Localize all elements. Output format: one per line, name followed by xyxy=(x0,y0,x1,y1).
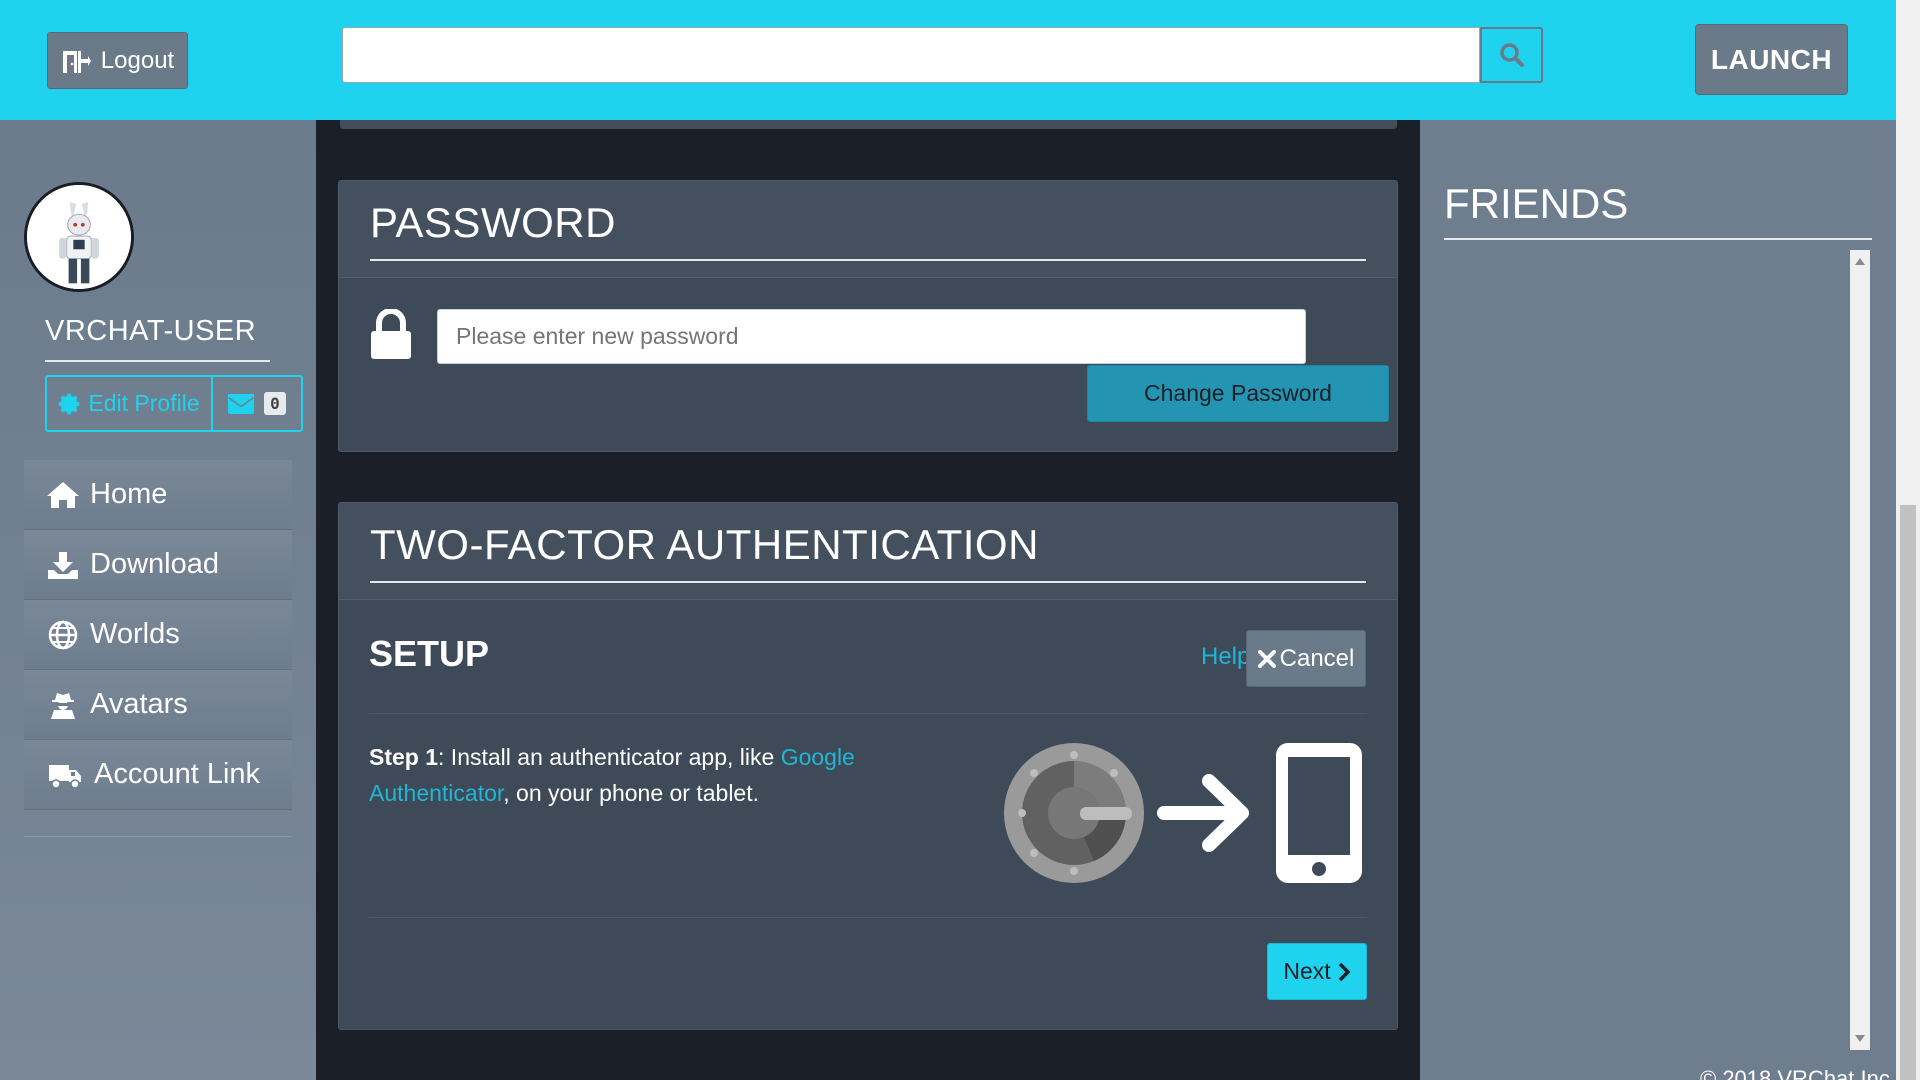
sidebar-item-worlds[interactable]: Worlds xyxy=(24,600,292,670)
previous-panel-edge xyxy=(340,120,1397,129)
edit-profile-label: Edit Profile xyxy=(88,390,200,416)
arrow-right-icon xyxy=(1157,774,1249,852)
change-password-button[interactable]: Change Password xyxy=(1087,365,1389,422)
help-link[interactable]: Help xyxy=(1201,643,1250,671)
search-button[interactable] xyxy=(1480,27,1543,83)
sidebar-item-home[interactable]: Home xyxy=(24,460,292,530)
scrollbar-thumb[interactable] xyxy=(1900,505,1916,1080)
step-instructions: Step 1: Install an authenticator app, li… xyxy=(369,739,949,811)
password-title: PASSWORD xyxy=(370,181,1366,261)
two-factor-title: TWO-FACTOR AUTHENTICATION xyxy=(370,503,1366,583)
search-input[interactable] xyxy=(342,27,1480,83)
cancel-button[interactable]: Cancel xyxy=(1246,630,1366,687)
close-icon xyxy=(1257,649,1276,668)
user-secret-icon xyxy=(51,692,75,719)
home-icon xyxy=(47,481,79,508)
main-content: PASSWORD Change Password TWO-FACTOR AUTH… xyxy=(316,120,1420,1080)
envelope-icon xyxy=(228,393,255,414)
step-text-before: : Install an authenticator app, like xyxy=(438,744,781,770)
globe-icon xyxy=(48,620,78,649)
search-icon xyxy=(1499,43,1524,67)
next-button[interactable]: Next xyxy=(1267,943,1367,1000)
edit-profile-button[interactable]: Edit Profile xyxy=(47,377,213,430)
copyright-text: © 2018 VRChat Inc. xyxy=(1700,1066,1896,1080)
download-icon xyxy=(48,551,78,579)
door-exit-icon xyxy=(62,50,91,73)
logout-button[interactable]: Logout xyxy=(47,32,188,89)
sidebar-divider xyxy=(24,836,292,837)
friends-title: FRIENDS xyxy=(1444,180,1872,240)
launch-button[interactable]: LAUNCH xyxy=(1695,24,1848,95)
password-panel: PASSWORD Change Password xyxy=(338,180,1398,452)
messages-button[interactable]: 0 xyxy=(213,377,301,430)
sidebar-item-label: Account Link xyxy=(94,758,261,790)
setup-heading: SETUP xyxy=(369,633,490,674)
sidebar-item-label: Download xyxy=(90,548,219,580)
robot-avatar-icon xyxy=(27,185,131,289)
left-sidebar: VRCHAT-USER Edit Profile 0 Home Download… xyxy=(0,120,316,1080)
step-text-after: , on your phone or tablet. xyxy=(503,780,759,806)
chevron-right-icon xyxy=(1338,962,1351,981)
truck-icon xyxy=(49,764,81,789)
password-panel-header: PASSWORD xyxy=(339,181,1397,278)
mobile-phone-icon xyxy=(1276,743,1362,883)
logout-label: Logout xyxy=(100,46,175,74)
profile-button-group: Edit Profile 0 xyxy=(45,375,303,432)
authenticator-setup-illustration xyxy=(1004,743,1362,883)
friends-scrollbar[interactable] xyxy=(1850,250,1870,1050)
sidebar-nav: Home Download Worlds Avatars Account Lin… xyxy=(24,460,292,810)
scroll-up-arrow[interactable] xyxy=(1855,258,1865,265)
next-label: Next xyxy=(1283,958,1331,984)
new-password-input[interactable] xyxy=(437,309,1306,364)
sidebar-item-label: Worlds xyxy=(90,618,180,650)
divider xyxy=(369,713,1367,714)
cancel-label: Cancel xyxy=(1279,644,1355,672)
top-navbar: Logout LAUNCH xyxy=(0,0,1896,120)
step-label: Step 1 xyxy=(369,744,439,770)
google-authenticator-icon xyxy=(1004,743,1144,883)
sidebar-item-label: Home xyxy=(90,478,168,510)
gear-icon xyxy=(59,393,80,414)
message-count-badge: 0 xyxy=(264,392,286,415)
lock-icon xyxy=(371,309,411,359)
sidebar-item-label: Avatars xyxy=(90,688,188,720)
two-factor-panel-header: TWO-FACTOR AUTHENTICATION xyxy=(339,503,1397,600)
friends-sidebar: FRIENDS © 2018 VRChat Inc. xyxy=(1420,120,1896,1080)
sidebar-item-avatars[interactable]: Avatars xyxy=(24,670,292,740)
scroll-down-arrow[interactable] xyxy=(1855,1035,1865,1042)
avatar[interactable] xyxy=(24,182,134,292)
sidebar-item-account-link[interactable]: Account Link xyxy=(24,740,292,810)
sidebar-item-download[interactable]: Download xyxy=(24,530,292,600)
divider xyxy=(369,917,1367,918)
page-scrollbar[interactable] xyxy=(1896,0,1920,1080)
two-factor-panel: TWO-FACTOR AUTHENTICATION SETUP Help Can… xyxy=(338,502,1398,1030)
username: VRCHAT-USER xyxy=(45,315,270,362)
